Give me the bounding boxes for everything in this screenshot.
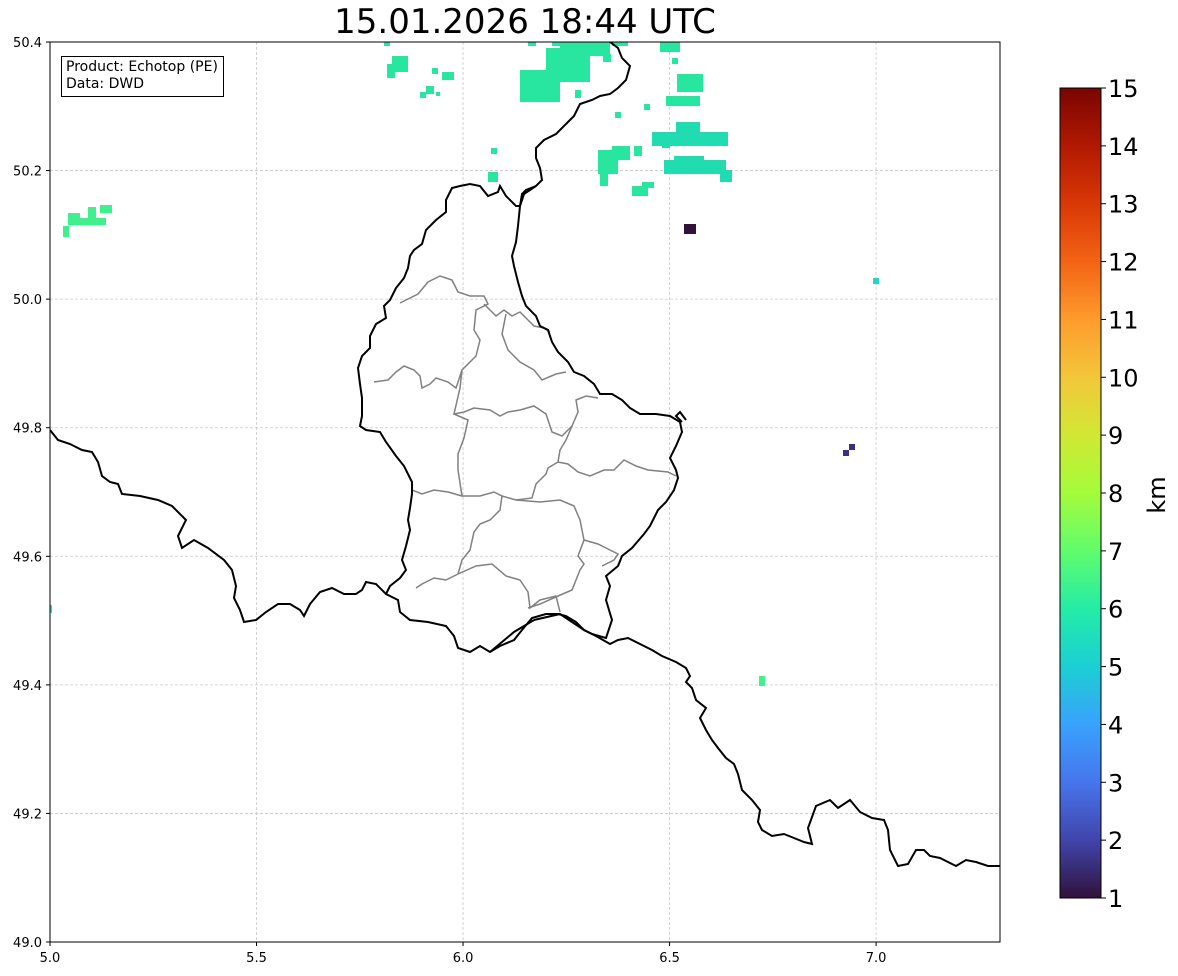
colorbar-tick-label: 10 xyxy=(1108,364,1139,392)
y-tick-label: 49.0 xyxy=(13,936,42,951)
y-tick-label: 49.4 xyxy=(13,679,42,694)
colorbar-tick-label: 1 xyxy=(1108,885,1123,913)
x-tick-label: 5.0 xyxy=(40,951,61,966)
info-box: Product: Echotop (PE) Data: DWD xyxy=(61,56,224,97)
echo-cell-low xyxy=(684,224,696,234)
colorbar-tick-label: 3 xyxy=(1108,769,1123,797)
colorbar-tick-label: 8 xyxy=(1108,480,1123,508)
echo-cell-low-3 xyxy=(849,444,855,450)
colorbar-tick-label: 5 xyxy=(1108,654,1123,682)
colorbar-tick-label: 6 xyxy=(1108,596,1123,624)
x-axis-ticks: 5.0 5.5 6.0 6.5 7.0 xyxy=(40,942,887,966)
colorbar-tick-label: 13 xyxy=(1108,191,1139,219)
colorbar-tick-label: 2 xyxy=(1108,827,1123,855)
y-tick-label: 50.2 xyxy=(13,165,42,180)
echo-cell-low-2 xyxy=(843,450,849,456)
product-label: Product: Echotop (PE) xyxy=(66,59,218,75)
y-tick-label: 50.4 xyxy=(13,36,42,51)
y-tick-label: 49.6 xyxy=(13,550,42,565)
colorbar-tick-label: 15 xyxy=(1108,75,1139,103)
colorbar-ticks: 123456789101112131415 xyxy=(1101,75,1139,913)
y-axis-ticks: 49.0 49.2 49.4 49.6 49.8 50.0 50.2 50.4 xyxy=(13,36,50,951)
y-tick-label: 49.2 xyxy=(13,807,42,822)
colorbar-tick-label: 9 xyxy=(1108,422,1123,450)
echo-cell-south xyxy=(759,676,765,686)
colorbar-gradient xyxy=(1059,87,1102,899)
y-tick-label: 49.8 xyxy=(13,422,42,437)
colorbar-tick-label: 7 xyxy=(1108,538,1123,566)
plot-area xyxy=(50,42,1000,942)
echo-cell-east xyxy=(873,278,879,284)
radar-map: 5.0 5.5 6.0 6.5 7.0 49.0 49.2 49.4 49.6 49.8 50.0… xyxy=(13,36,1171,966)
y-tick-label: 50.0 xyxy=(13,293,42,308)
colorbar-tick-label: 4 xyxy=(1108,711,1123,739)
x-tick-label: 7.0 xyxy=(866,951,887,966)
colorbar-tick-label: 14 xyxy=(1108,133,1139,161)
data-source-label: Data: DWD xyxy=(66,76,144,92)
x-tick-label: 6.5 xyxy=(659,951,680,966)
colorbar-tick-label: 11 xyxy=(1108,306,1139,334)
x-tick-label: 6.0 xyxy=(453,951,474,966)
colorbar-tick-label: 12 xyxy=(1108,249,1139,277)
x-tick-label: 5.5 xyxy=(246,951,267,966)
colorbar: 123456789101112131415 km xyxy=(1059,75,1171,913)
colorbar-label: km xyxy=(1143,476,1171,513)
